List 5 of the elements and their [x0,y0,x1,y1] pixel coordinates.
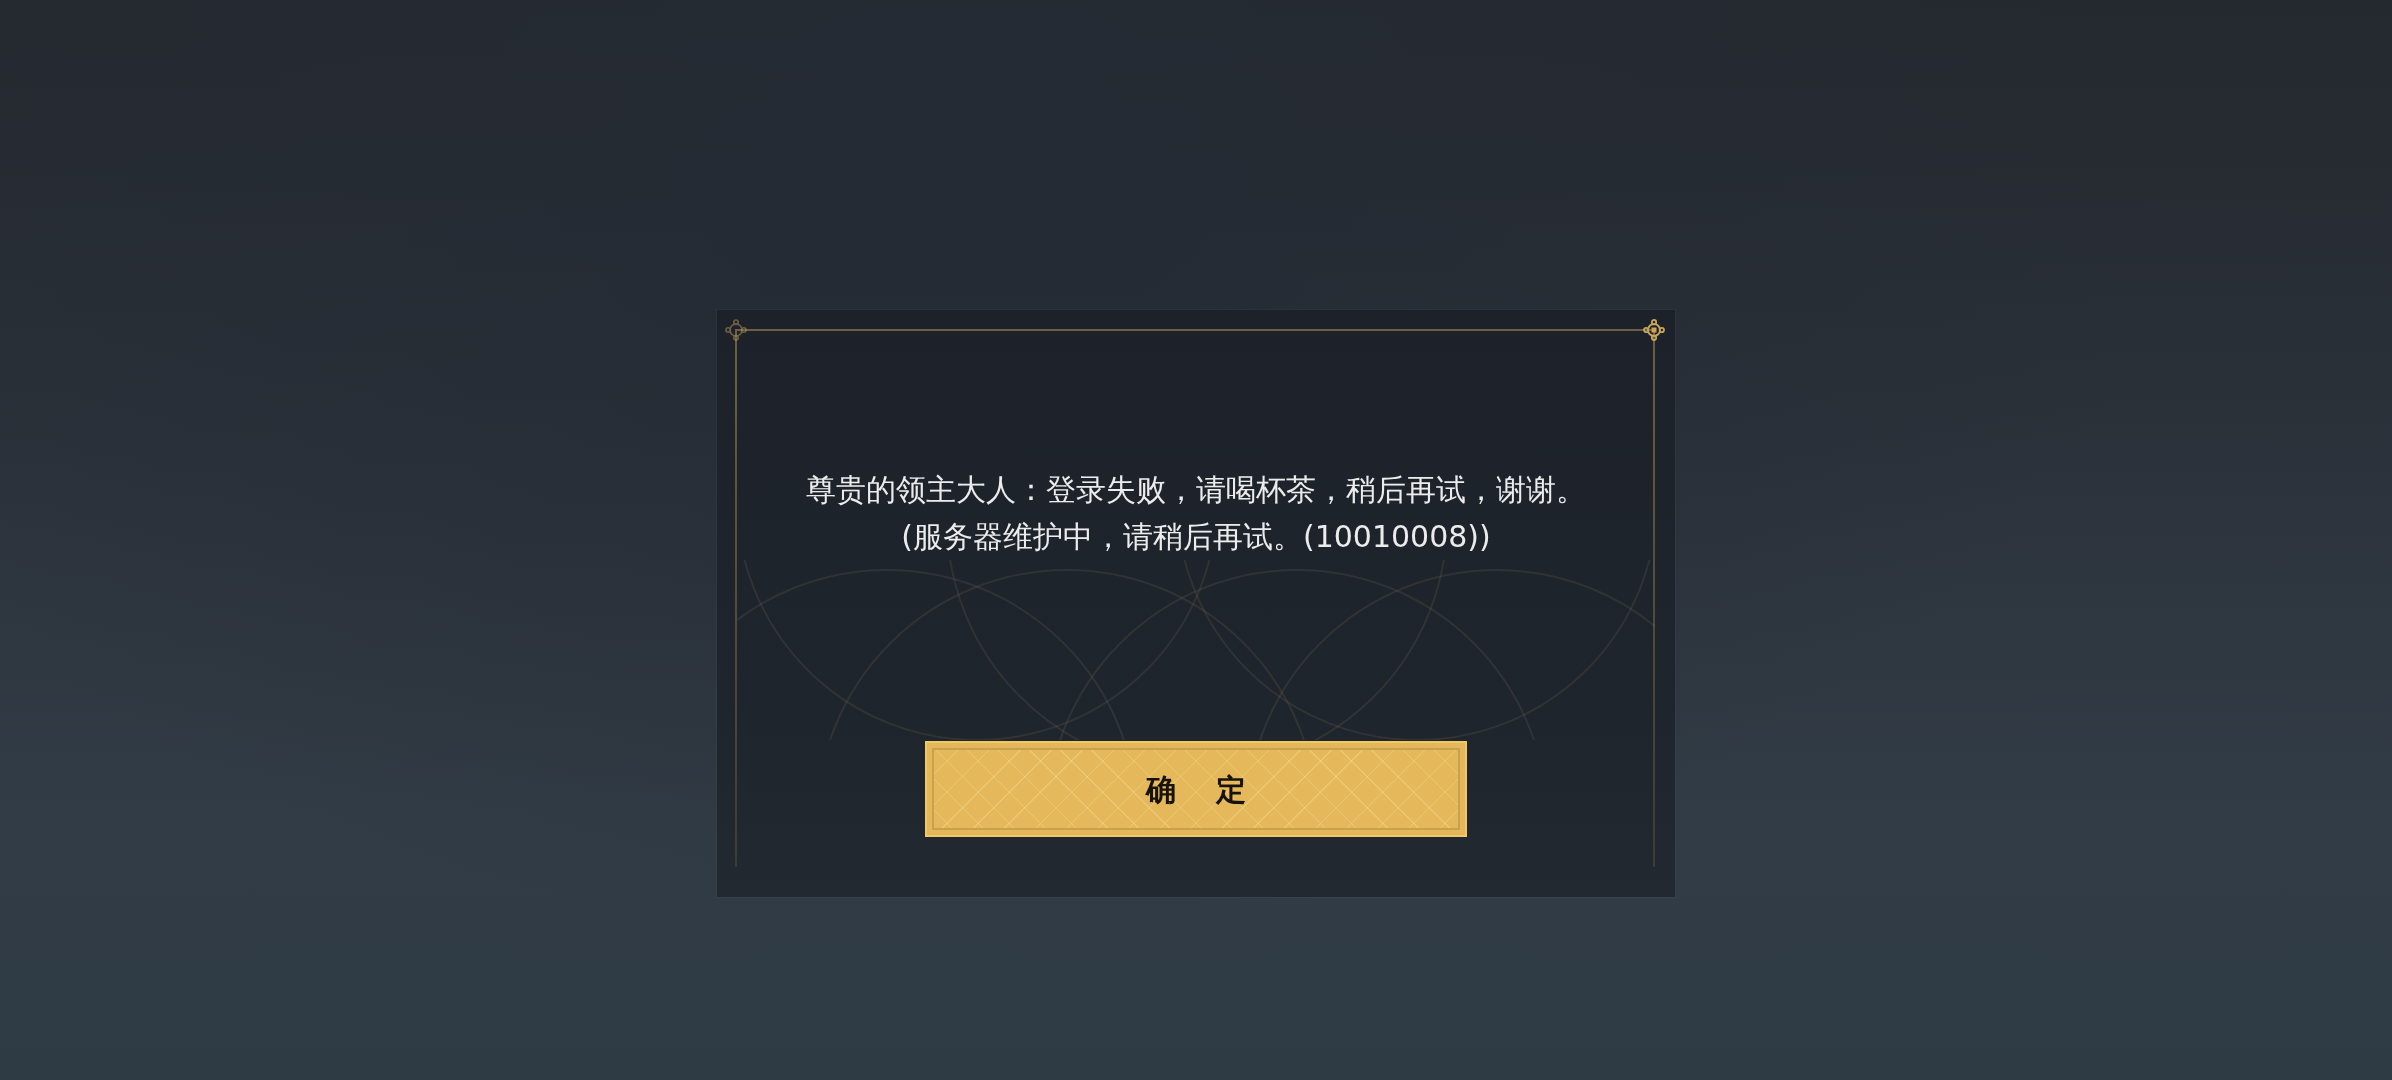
message-text: 尊贵的领主大人：登录失败，请喝杯茶，稍后再试，谢谢。 [806,471,1586,509]
corner-ornament-icon [1643,319,1665,341]
confirm-button[interactable]: 确 定 [925,741,1467,837]
corner-ornament-icon [725,319,747,341]
message-text: (服务器维护中，请稍后再试。(10010008)) [901,518,1491,556]
